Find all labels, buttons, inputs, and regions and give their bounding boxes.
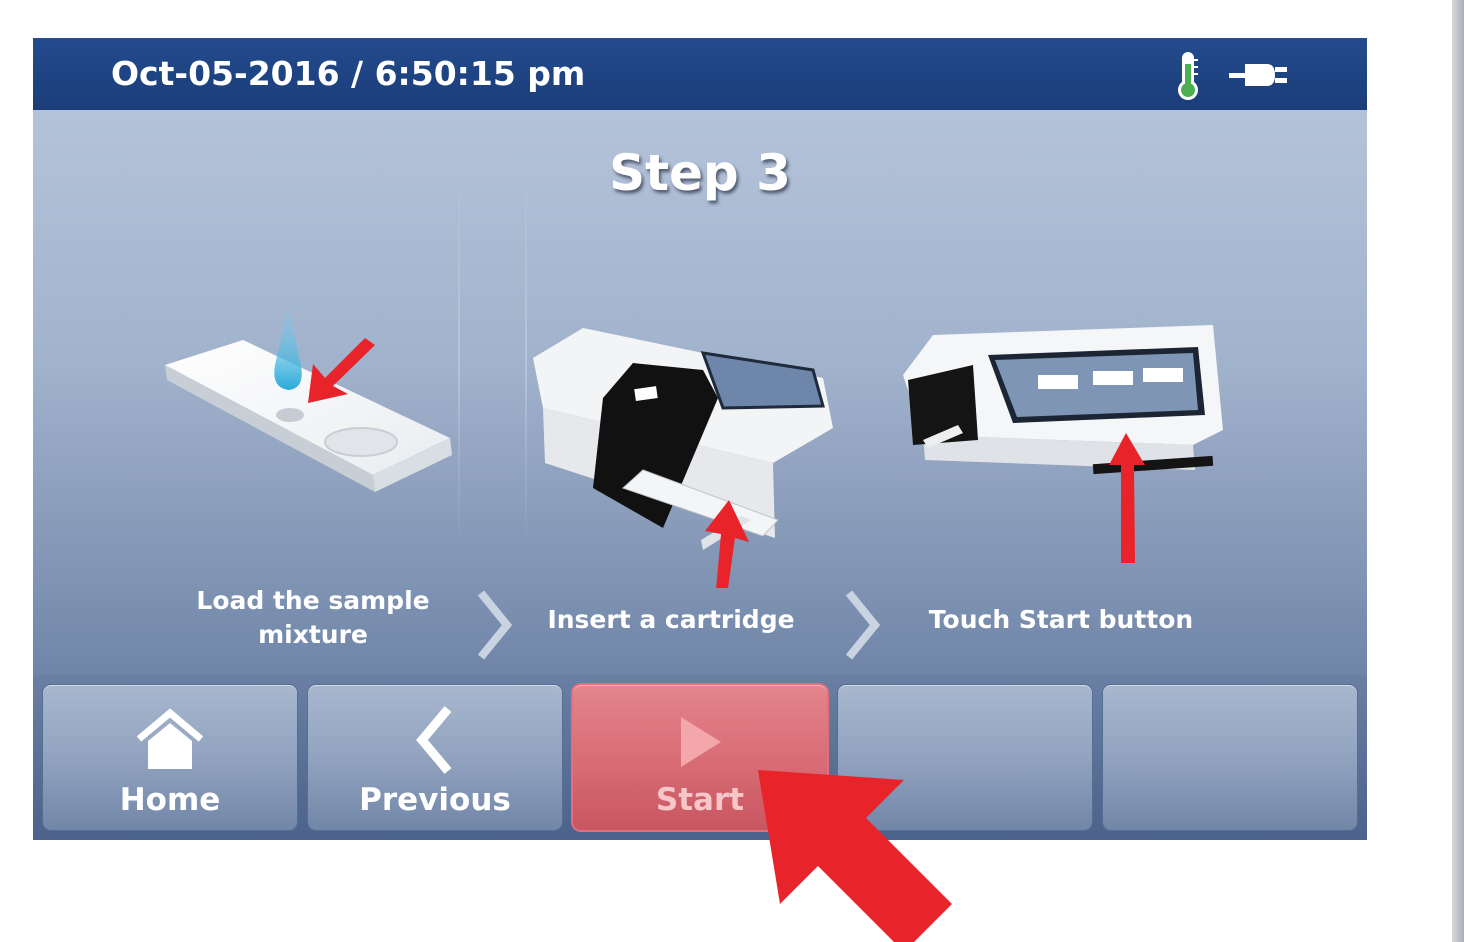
step-label-load-sample: Load the sample mixture [196,586,430,649]
home-button[interactable]: Home [43,685,297,830]
empty-button-slot[interactable] [1103,685,1357,830]
insert-cartridge-illustration [533,328,833,588]
thermometer-icon [1178,52,1198,100]
sample-cartridge-illustration [165,305,452,492]
previous-button[interactable]: Previous [308,685,562,830]
right-edge-rail [1452,0,1464,942]
home-button-label: Home [119,782,221,818]
power-plug-icon [1229,64,1287,86]
step-label-touch-start: Touch Start button [928,605,1194,634]
datetime-display: Oct-05-2016 / 6:50:15 pm [111,54,586,93]
device-screen: Oct-05-2016 / 6:50:15 pm Step 3 Load the… [33,38,1367,840]
home-icon [136,708,204,769]
callout-arrow-icon [758,770,952,942]
step-label-insert-cartridge: Insert a cartridge [547,605,795,634]
chevron-right-icon [845,590,881,660]
chevron-right-icon [477,590,513,660]
touch-start-illustration [903,325,1223,563]
page-title: Step 3 [609,144,791,202]
instruction-panel: Step 3 Load the sample mixture Insert a … [33,110,1367,675]
chevron-left-icon [416,706,452,774]
previous-button-label: Previous [359,782,511,818]
play-icon [681,717,721,767]
bottom-toolbar: Home Previous Start [33,675,1367,840]
status-bar: Oct-05-2016 / 6:50:15 pm [33,38,1367,110]
